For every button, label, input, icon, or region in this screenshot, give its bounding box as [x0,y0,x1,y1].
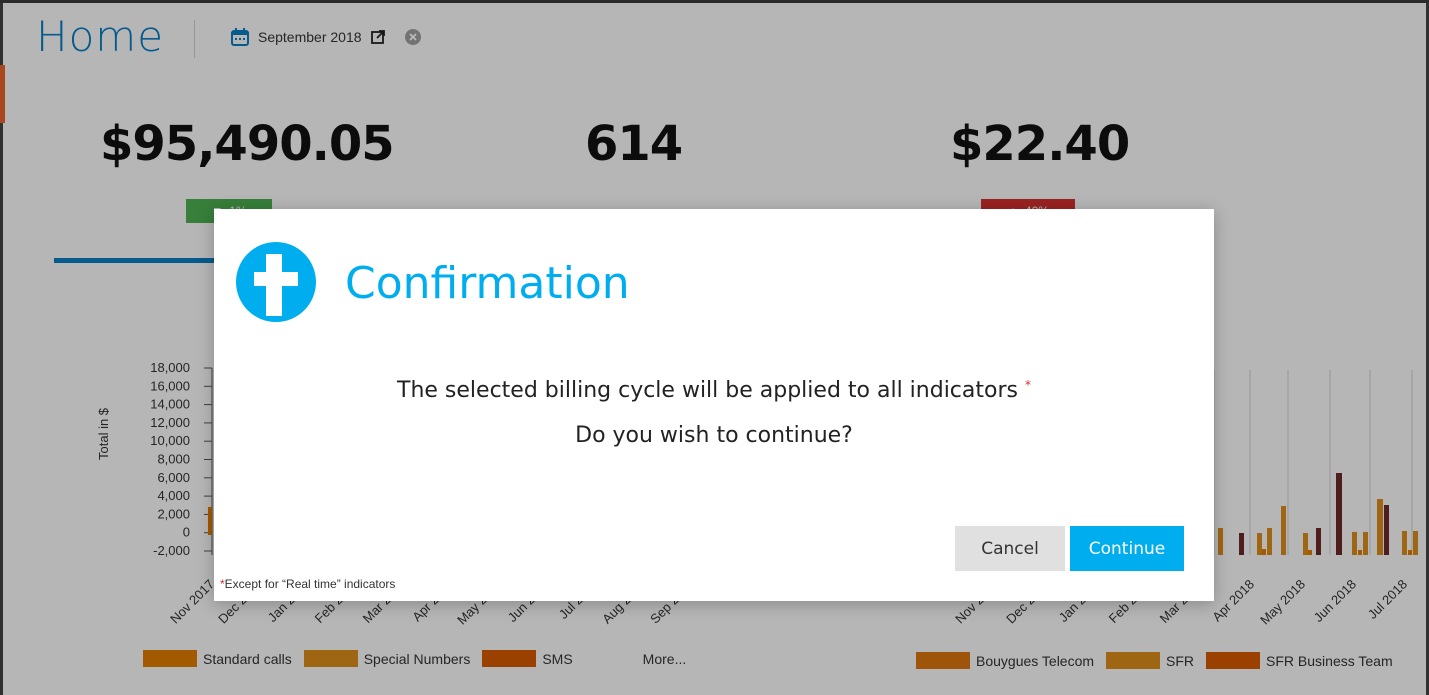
dialog-question: Do you wish to continue? [575,423,853,448]
continue-button[interactable]: Continue [1070,526,1184,571]
dialog-message-line1: The selected billing cycle will be appli… [397,378,1018,403]
confirmation-dialog: Confirmation The selected billing cycle … [214,209,1214,601]
footnote-text: Except for “Real time” indicators [224,577,396,591]
dialog-message: The selected billing cycle will be appli… [214,378,1214,403]
dialog-footnote: *Except for “Real time” indicators [220,577,395,591]
brand-logo-icon [236,242,316,322]
cancel-button[interactable]: Cancel [955,526,1065,571]
dialog-title: Confirmation [345,258,630,309]
asterisk: * [1024,378,1031,392]
